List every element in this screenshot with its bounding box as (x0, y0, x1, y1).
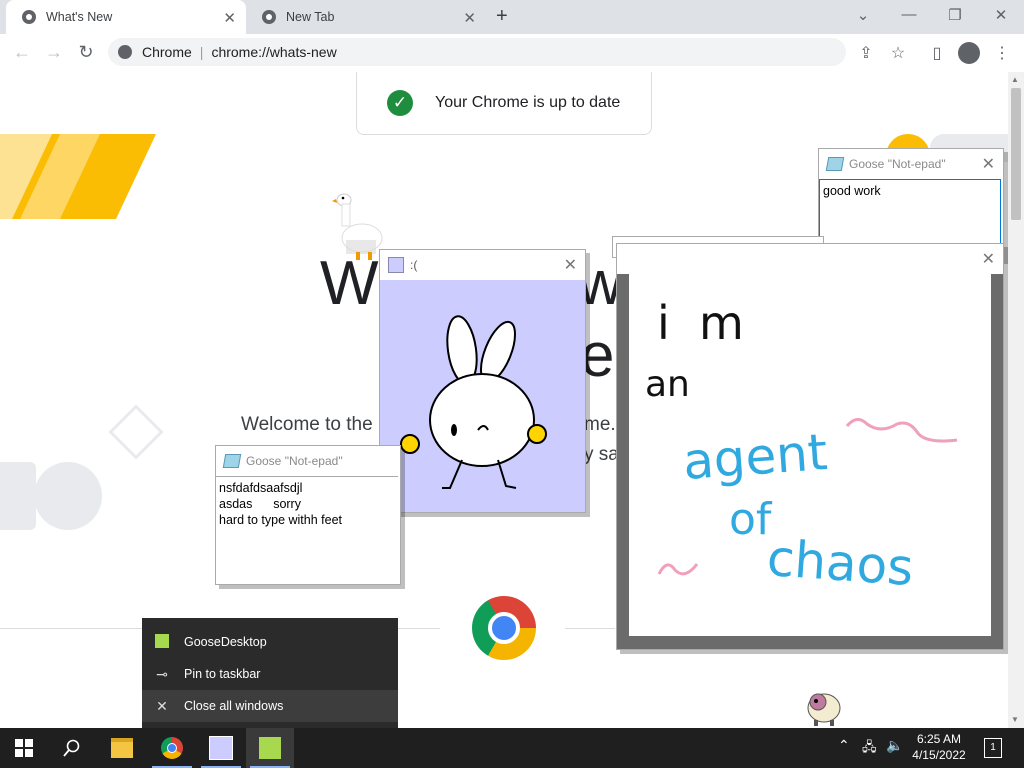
grey-shape (0, 462, 36, 530)
start-button[interactable] (0, 728, 48, 768)
section-divider (565, 628, 615, 629)
folder-icon (111, 738, 133, 758)
close-icon[interactable]: ✕ (982, 154, 995, 174)
scroll-up-icon[interactable]: ▲ (1011, 75, 1019, 84)
taskbar-clock[interactable]: 6:25 AM 4/15/2022 (904, 731, 974, 763)
taskbar-image-viewer[interactable] (197, 728, 245, 768)
notification-count: 1 (990, 742, 996, 753)
tab-new-tab[interactable]: New Tab ✕ (246, 0, 486, 34)
pin-icon: ⊸ (156, 665, 168, 682)
image-viewer-icon (388, 257, 404, 273)
notepad-icon (825, 157, 845, 171)
diamond-shape (108, 404, 164, 460)
site-label: Chrome (142, 44, 192, 60)
pink-scribble-icon (657, 418, 958, 576)
address-bar[interactable]: Chrome | chrome://whats-new (108, 38, 846, 66)
goose-notepad-window-left[interactable]: Goose "Not-epad" nsfdafdsaafsdjl asdas s… (215, 445, 401, 585)
jumplist-item-pin[interactable]: ⊸ Pin to taskbar (142, 658, 398, 690)
network-icon[interactable]: 🖧 (862, 738, 877, 760)
window-title: :( (410, 258, 418, 272)
profile-avatar[interactable] (958, 42, 980, 64)
chrome-favicon-icon (262, 10, 276, 24)
yellow-banner-shape (0, 134, 156, 219)
new-tab-button[interactable]: + (496, 5, 508, 28)
close-tab-icon[interactable]: ✕ (223, 9, 236, 27)
bookmark-star-icon[interactable]: ☆ (887, 43, 909, 63)
checkmark-icon: ✓ (387, 90, 413, 116)
back-icon[interactable]: ← (10, 42, 34, 63)
close-window-icon[interactable]: ✕ (986, 6, 1016, 24)
jumplist-item-label: Close all windows (184, 699, 284, 713)
menu-icon[interactable]: ⋮ (991, 43, 1013, 63)
notepad-text-area[interactable]: nsfdafdsaafsdjl asdas sorry hard to type… (216, 476, 398, 583)
close-icon[interactable]: ✕ (564, 255, 577, 275)
taskbar-chrome[interactable] (148, 728, 196, 768)
omnibox-separator: | (199, 44, 204, 60)
welcome-text-left: Welcome to the (241, 414, 373, 435)
notification-center-icon[interactable]: 1 (984, 738, 1002, 758)
clock-time: 6:25 AM (916, 732, 962, 746)
forward-icon[interactable]: → (42, 42, 66, 63)
grey-circle-shape (34, 462, 102, 530)
window-titlebar[interactable]: :( (380, 250, 585, 280)
volume-icon[interactable]: 🔈 (886, 737, 903, 754)
window-title: Goose "Not-epad" (849, 157, 946, 171)
goose-app-icon (259, 737, 281, 759)
window-titlebar[interactable]: Goose "Not-epad" (819, 149, 1003, 179)
tab-search-icon[interactable]: ⌄ (848, 6, 878, 24)
clock-date: 4/15/2022 (912, 748, 966, 762)
notepad-icon (222, 454, 242, 468)
welcome-text-right-2: y sa (584, 444, 619, 465)
welcome-text-right: me. (584, 414, 616, 435)
chrome-site-icon (118, 45, 132, 59)
chrome-favicon-icon (22, 10, 36, 24)
scroll-down-icon[interactable]: ▼ (1011, 715, 1019, 724)
notepad-text: nsfdafdsaafsdjl asdas sorry hard to type… (219, 481, 342, 527)
jumplist-item-close-all[interactable]: ✕ Close all windows (142, 690, 398, 722)
tab-label: What's New (46, 10, 113, 24)
bunny-meme-image (380, 280, 585, 512)
tab-whats-new[interactable]: What's New ✕ (6, 0, 246, 34)
taskbar-file-explorer[interactable] (98, 728, 146, 768)
minimize-icon[interactable]: — (894, 6, 924, 23)
taskbar-goosedesktop[interactable] (246, 728, 294, 768)
close-icon: ✕ (156, 697, 168, 714)
restore-icon[interactable]: ❐ (940, 6, 970, 24)
side-panel-icon[interactable]: ▯ (926, 43, 948, 63)
tab-label: New Tab (286, 10, 335, 24)
share-icon[interactable]: ⇪ (855, 43, 877, 63)
meme-window[interactable]: :( ✕ (379, 249, 586, 513)
search-icon (63, 739, 80, 757)
bunny-icon (209, 736, 233, 760)
show-hidden-icons-icon[interactable]: ⌃ (838, 737, 850, 754)
reload-icon[interactable]: ↻ (74, 42, 98, 63)
notepad-text: good work (823, 184, 881, 198)
chrome-logo-icon (472, 596, 536, 660)
window-title: Goose "Not-epad" (246, 454, 343, 468)
scrollbar-thumb[interactable] (1011, 88, 1021, 220)
search-button[interactable] (48, 728, 96, 768)
close-tab-icon[interactable]: ✕ (463, 9, 476, 27)
jumplist-item-label: GooseDesktop (184, 635, 267, 649)
update-status-card: ✓ Your Chrome is up to date (356, 72, 652, 135)
sheep-sprite-icon (807, 693, 841, 726)
chrome-icon (161, 737, 183, 759)
drawing-window[interactable]: ✕ i m an agent of chaos (616, 243, 1004, 650)
taskbar-jump-list: GooseDesktop ⊸ Pin to taskbar ✕ Close al… (142, 618, 398, 728)
url-text: chrome://whats-new (211, 44, 337, 60)
windows-logo-icon (15, 739, 33, 757)
jumplist-item-label: Pin to taskbar (184, 667, 261, 681)
window-titlebar[interactable]: Goose "Not-epad" (216, 446, 400, 476)
update-status-text: Your Chrome is up to date (435, 94, 621, 111)
jumplist-item-goosedesktop[interactable]: GooseDesktop (142, 626, 398, 658)
goose-app-icon (154, 633, 170, 651)
